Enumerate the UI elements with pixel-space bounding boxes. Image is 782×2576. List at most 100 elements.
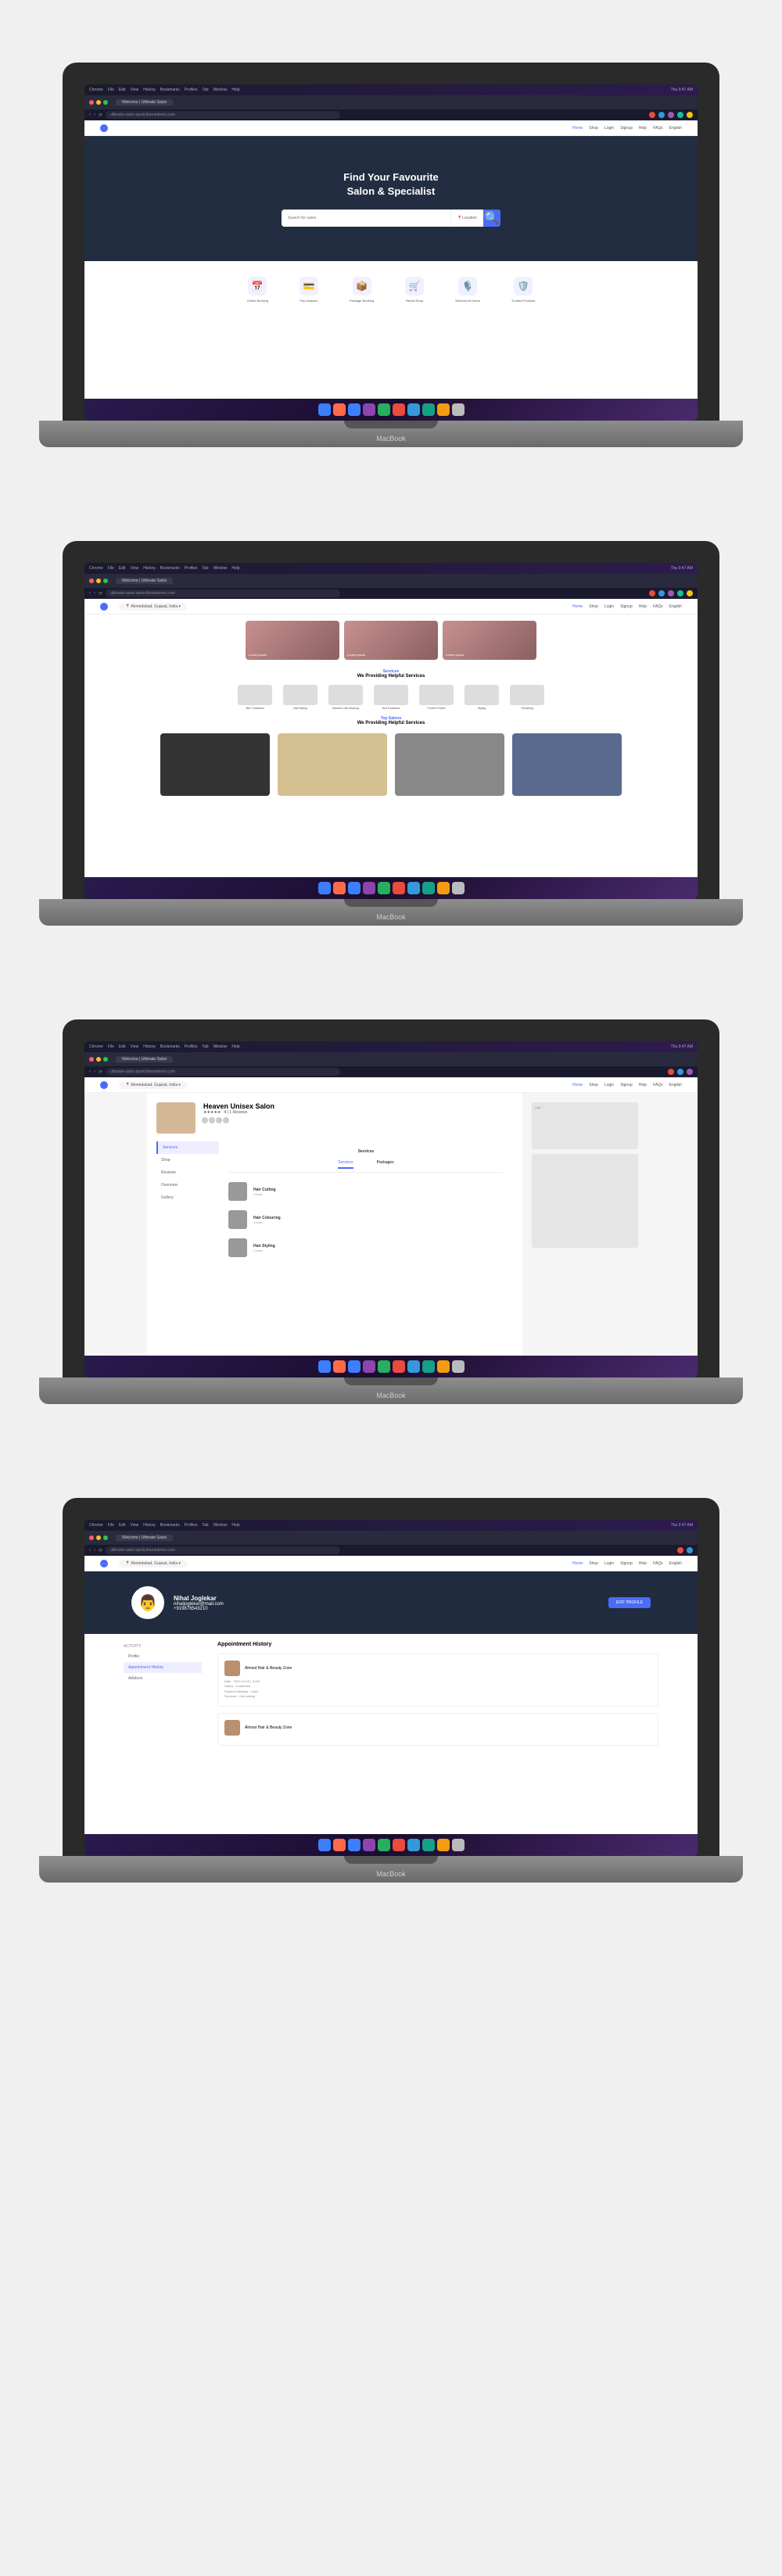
- dock-app-icon[interactable]: [333, 1360, 346, 1373]
- dock-app-icon[interactable]: [378, 1839, 390, 1851]
- side-tab[interactable]: Gallery: [156, 1191, 219, 1204]
- feature-item[interactable]: 📅Online Booking: [247, 277, 268, 303]
- side-tab[interactable]: Services: [156, 1141, 219, 1154]
- nav-link[interactable]: FAQs: [653, 126, 663, 131]
- dock-app-icon[interactable]: [333, 882, 346, 894]
- service-item[interactable]: Styling: [462, 685, 501, 710]
- nav-link[interactable]: Home: [572, 126, 583, 131]
- dock-app-icon[interactable]: [393, 1360, 405, 1373]
- service-list-item[interactable]: Hair Styling1 hour: [228, 1234, 504, 1262]
- nav-link[interactable]: Help: [639, 1561, 647, 1566]
- nav-link[interactable]: Home: [572, 604, 583, 609]
- nav-link[interactable]: Home: [572, 1561, 583, 1566]
- nav-link[interactable]: Shop: [589, 126, 598, 131]
- nav-link[interactable]: Login: [604, 1561, 614, 1566]
- nav-link[interactable]: Signup: [620, 1561, 633, 1566]
- dock-app-icon[interactable]: [407, 1839, 420, 1851]
- service-item[interactable]: Threading: [508, 685, 547, 710]
- nav-link[interactable]: Help: [639, 126, 647, 131]
- url-input[interactable]: ultimate-salon.iqonicthemedemo.com: [106, 111, 340, 119]
- service-item[interactable]: Protein Protein: [417, 685, 456, 710]
- dock-app-icon[interactable]: [393, 403, 405, 416]
- site-logo[interactable]: [100, 124, 108, 132]
- dock-app-icon[interactable]: [422, 403, 435, 416]
- nav-link[interactable]: English: [669, 126, 682, 131]
- location-picker[interactable]: 📍 Location: [450, 210, 483, 227]
- dock-app-icon[interactable]: [422, 1839, 435, 1851]
- dock-app-icon[interactable]: [422, 882, 435, 894]
- nav-link[interactable]: Login: [604, 604, 614, 609]
- dock-app-icon[interactable]: [437, 1839, 450, 1851]
- nav-link[interactable]: FAQs: [653, 1083, 663, 1087]
- salon-card[interactable]: [395, 733, 504, 796]
- feature-item[interactable]: 🎙️Services At Home: [455, 277, 480, 303]
- service-item[interactable]: Nail Treatment: [371, 685, 411, 710]
- service-list-item[interactable]: Hair Colouring1 hour: [228, 1206, 504, 1234]
- service-list-item[interactable]: Hair Cutting1 hour: [228, 1177, 504, 1206]
- dock-app-icon[interactable]: [437, 882, 450, 894]
- dock-app-icon[interactable]: [318, 1839, 331, 1851]
- dock-app-icon[interactable]: [378, 1360, 390, 1373]
- nav-link[interactable]: Signup: [620, 604, 633, 609]
- dock-app-icon[interactable]: [318, 1360, 331, 1373]
- dock-app-icon[interactable]: [363, 1360, 375, 1373]
- service-item[interactable]: Machine Nail Working: [326, 685, 365, 710]
- feature-item[interactable]: 🛡️Trusted Products: [511, 277, 535, 303]
- nav-link[interactable]: Home: [572, 1083, 583, 1087]
- dock-app-icon[interactable]: [407, 882, 420, 894]
- salon-card[interactable]: [160, 733, 270, 796]
- dock-app-icon[interactable]: [393, 1839, 405, 1851]
- service-item[interactable]: Nail Styling: [281, 685, 320, 710]
- nav-link[interactable]: Login: [604, 126, 614, 131]
- service-item[interactable]: Skin Treatment: [235, 685, 274, 710]
- dock-app-icon[interactable]: [348, 403, 361, 416]
- dock-app-icon[interactable]: [318, 882, 331, 894]
- nav-link[interactable]: FAQs: [653, 1561, 663, 1566]
- nav-link[interactable]: English: [669, 604, 682, 609]
- dock-app-icon[interactable]: [333, 1839, 346, 1851]
- nav-link[interactable]: English: [669, 1083, 682, 1087]
- promo-card[interactable]: Lorem ipsum: [443, 621, 536, 660]
- nav-link[interactable]: Shop: [589, 1561, 598, 1566]
- dock-app-icon[interactable]: [393, 882, 405, 894]
- salon-card[interactable]: [278, 733, 387, 796]
- side-tab[interactable]: Overview: [156, 1179, 219, 1191]
- dock-app-icon[interactable]: [422, 1360, 435, 1373]
- search-button[interactable]: 🔍: [483, 210, 500, 227]
- appointment-card[interactable]: Almost Hair & Beauty ZoneDate : 2022-11-…: [217, 1653, 658, 1707]
- feature-item[interactable]: 🛒Rental Shop: [405, 277, 424, 303]
- dock-app-icon[interactable]: [363, 403, 375, 416]
- nav-link[interactable]: Help: [639, 1083, 647, 1087]
- side-tab[interactable]: Reviews: [156, 1166, 219, 1179]
- dock-app-icon[interactable]: [452, 1839, 465, 1851]
- dock-app-icon[interactable]: [378, 403, 390, 416]
- back-icon[interactable]: ‹: [89, 113, 91, 118]
- dock-app-icon[interactable]: [348, 1839, 361, 1851]
- nav-link[interactable]: Shop: [589, 1083, 598, 1087]
- nav-link[interactable]: Shop: [589, 604, 598, 609]
- dock-app-icon[interactable]: [318, 403, 331, 416]
- dock-app-icon[interactable]: [363, 882, 375, 894]
- location-badge[interactable]: 📍 Ahmedabad, Gujarat, India ▾: [119, 603, 187, 611]
- dock-app-icon[interactable]: [348, 1360, 361, 1373]
- search-input[interactable]: [282, 210, 450, 227]
- nav-link[interactable]: Signup: [620, 126, 633, 131]
- dock-app-icon[interactable]: [378, 882, 390, 894]
- dock-app-icon[interactable]: [452, 882, 465, 894]
- nav-link[interactable]: Help: [639, 604, 647, 609]
- feature-item[interactable]: 💳Pay Modules: [300, 277, 318, 303]
- side-tab[interactable]: Shop: [156, 1154, 219, 1166]
- feature-item[interactable]: 📦Package Booking: [350, 277, 374, 303]
- edit-profile-button[interactable]: EDIT PROFILE: [608, 1597, 651, 1608]
- nav-link[interactable]: Signup: [620, 1083, 633, 1087]
- dock-app-icon[interactable]: [407, 1360, 420, 1373]
- dock-app-icon[interactable]: [348, 882, 361, 894]
- reload-icon[interactable]: ⟳: [99, 113, 102, 118]
- dock-app-icon[interactable]: [437, 403, 450, 416]
- dock-app-icon[interactable]: [407, 403, 420, 416]
- dock-app-icon[interactable]: [437, 1360, 450, 1373]
- dock-app-icon[interactable]: [363, 1839, 375, 1851]
- appointment-card[interactable]: Almost Hair & Beauty Zone: [217, 1713, 658, 1746]
- dock-app-icon[interactable]: [333, 403, 346, 416]
- browser-url-bar[interactable]: ‹›⟳ ultimate-salon.iqonicthemedemo.com: [84, 109, 698, 120]
